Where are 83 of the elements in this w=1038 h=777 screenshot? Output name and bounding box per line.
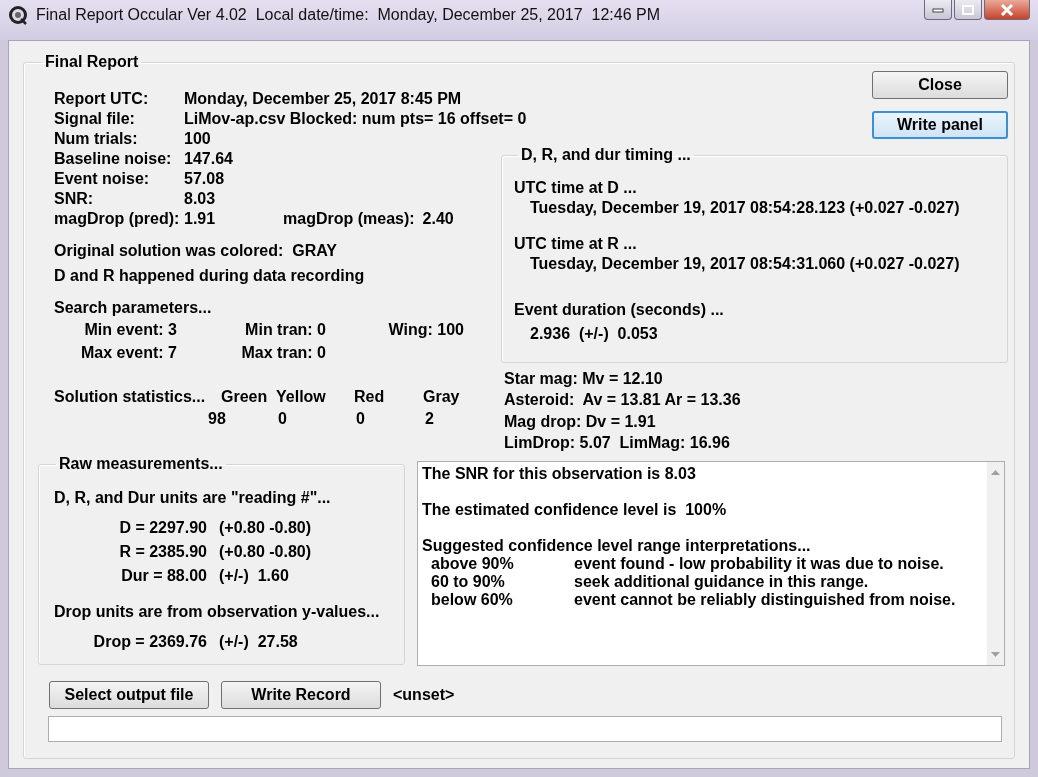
field-label: Baseline noise: <box>54 149 172 169</box>
parameter-text: Max tran: 0 <box>241 343 326 363</box>
parameter-text: Min tran: 0 <box>245 320 326 340</box>
parameter-text: Max event: 7 <box>80 343 177 363</box>
count-value: 98 <box>207 409 227 429</box>
note-text: D and R happened during data recording <box>54 266 366 286</box>
minimize-icon <box>932 6 944 13</box>
field-value: Monday, December 25, 2017 8:45 PM <box>184 89 462 109</box>
group-title: Final Report <box>45 53 139 70</box>
field-label: Num trials: <box>54 129 138 149</box>
section-heading: Event duration (seconds) ... <box>514 300 725 320</box>
range-text: 60 to 90% <box>431 573 506 591</box>
field-value: LiMov-ap.csv Blocked: num pts= 16 offset= 0 <box>184 109 527 129</box>
section-heading: UTC time at D ... <box>514 178 638 198</box>
count-value: 2 <box>424 409 435 429</box>
magnitude-text: LimDrop: 5.07 LimMag: 16.96 <box>504 432 731 453</box>
field-label: magDrop (meas): <box>283 209 415 229</box>
report-text: The estimated confidence level is 100% <box>422 501 728 519</box>
count-value: 0 <box>277 409 288 429</box>
measurement-error: (+/-) 27.58 <box>219 632 299 652</box>
minimize-button[interactable] <box>924 0 952 20</box>
field-value: 8.03 <box>184 189 216 209</box>
field-label: Signal file: <box>54 109 135 129</box>
range-text: above 90% <box>431 555 515 573</box>
measurement-value: D = 2297.90 <box>118 518 207 538</box>
column-header: Green <box>221 387 269 407</box>
magnitude-text: Asteroid: Av = 13.81 Ar = 13.36 <box>504 390 742 411</box>
magnitude-text: Star mag: Mv = 12.10 <box>504 369 664 389</box>
timing-value: Tuesday, December 19, 2017 08:54:28.123 (+0.027 -0.027) <box>529 198 961 218</box>
output-path-field[interactable] <box>48 716 1002 742</box>
interpretation-text: event cannot be reliably distinguished from noise. <box>574 591 957 609</box>
parameter-text: Wing: 100 <box>388 320 464 340</box>
units-note: Drop units are from observation y-values... <box>54 602 381 622</box>
field-value: 147.64 <box>184 149 233 169</box>
measurement-error: (+0.80 -0.80) <box>219 542 313 562</box>
output-file-text: <unset> <box>393 686 455 704</box>
measurement-value: Dur = 88.00 <box>120 566 207 586</box>
select-output-file-button[interactable]: Select output file <box>49 681 209 709</box>
field-label: Report UTC: <box>54 89 149 109</box>
section-heading: Search parameters... <box>54 298 213 318</box>
close-window-button[interactable] <box>984 0 1030 20</box>
write-panel-button[interactable]: Write panel <box>872 111 1008 139</box>
window-title: Final Report Occular Ver 4.02 Local date/time: Monday, December 25, 2017 12:46 PM <box>36 6 661 24</box>
group-title: D, R, and dur timing ... <box>521 146 691 163</box>
maximize-button[interactable] <box>954 0 982 20</box>
parameter-text: Min event: 3 <box>84 320 177 340</box>
field-value: 57.08 <box>184 169 225 189</box>
magnitude-text: Mag drop: Dv = 1.91 <box>504 411 657 432</box>
field-value: 2.40 <box>422 209 454 229</box>
scrollbar[interactable] <box>987 462 1004 665</box>
field-value: 100 <box>184 129 211 149</box>
column-header: Gray <box>423 387 461 407</box>
note-text: Original solution was colored: GRAY <box>54 241 338 261</box>
scroll-up-icon[interactable] <box>991 470 1000 475</box>
app-logo-icon <box>8 5 28 25</box>
maximize-icon <box>962 4 974 15</box>
section-heading: Solution statistics... <box>54 387 207 407</box>
field-label: magDrop (pred): <box>54 209 181 229</box>
field-label: Event noise: <box>54 169 150 189</box>
measurement-value: R = 2385.90 <box>118 542 207 562</box>
report-text: Suggested confidence level range interpretations... <box>422 537 812 555</box>
timing-value: 2.936 (+/-) 0.053 <box>529 324 659 344</box>
write-record-button[interactable]: Write Record <box>221 681 381 709</box>
report-text: The SNR for this observation is 8.03 <box>422 465 697 483</box>
close-icon <box>1000 3 1014 16</box>
range-text: below 60% <box>431 591 514 609</box>
close-button[interactable]: Close <box>872 71 1008 99</box>
units-note: D, R, and Dur units are "reading #"... <box>54 488 332 508</box>
group-title: Raw measurements... <box>59 455 223 472</box>
field-label: SNR: <box>54 189 94 209</box>
section-heading: UTC time at R ... <box>514 234 638 254</box>
measurement-error: (+0.80 -0.80) <box>219 518 313 538</box>
field-value: 1.91 <box>184 209 217 229</box>
measurement-value: Drop = 2369.76 <box>92 632 207 652</box>
scroll-down-icon[interactable] <box>991 652 1000 657</box>
measurement-error: (+/-) 1.60 <box>219 566 290 586</box>
report-text-box[interactable] <box>417 461 1005 666</box>
column-header: Yellow <box>276 387 327 407</box>
interpretation-text: seek additional guidance in this range. <box>574 573 870 591</box>
count-value: 0 <box>355 409 366 429</box>
timing-value: Tuesday, December 19, 2017 08:54:31.060 (+0.027 -0.027) <box>529 254 961 274</box>
column-header: Red <box>354 387 386 407</box>
interpretation-text: event found - low probability it was due to noise. <box>574 555 945 573</box>
